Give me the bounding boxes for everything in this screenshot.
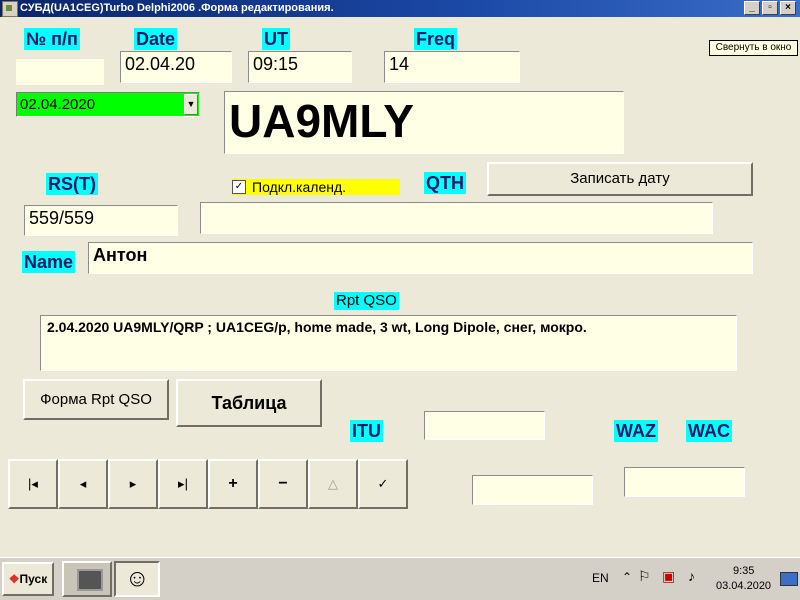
waz-field[interactable] bbox=[472, 475, 593, 505]
label-freq: Freq bbox=[414, 28, 458, 50]
label-rst: RS(T) bbox=[46, 173, 98, 195]
date-picker[interactable]: 02.04.2020 ▼ bbox=[16, 92, 200, 117]
show-desktop-icon[interactable] bbox=[780, 572, 798, 586]
callsign-field[interactable]: UA9MLY bbox=[224, 91, 624, 154]
app-icon bbox=[2, 1, 18, 17]
close-button[interactable]: × bbox=[780, 1, 796, 15]
name-field[interactable]: Антон bbox=[88, 242, 753, 274]
calendar-checkbox-label: Подкл.календ. bbox=[252, 179, 347, 195]
network-icon[interactable]: ▣ bbox=[662, 568, 675, 585]
first-record-icon[interactable]: |◂ bbox=[8, 459, 58, 509]
wac-field[interactable] bbox=[624, 467, 745, 497]
minimize-button[interactable]: _ bbox=[744, 1, 760, 15]
taskbar: ❖Пуск ☺ EN ⌃ ⚐ ▣ ♪ 9:35 03.04.2020 bbox=[0, 557, 800, 600]
label-qth: QTH bbox=[424, 172, 466, 194]
radio-app-icon bbox=[77, 569, 103, 591]
itu-field[interactable] bbox=[424, 411, 545, 440]
start-label: Пуск bbox=[19, 572, 48, 586]
num-field[interactable] bbox=[16, 59, 104, 85]
calendar-checkbox-row[interactable]: ✓ Подкл.календ. bbox=[232, 179, 400, 195]
checkbox-check-icon[interactable]: ✓ bbox=[232, 180, 246, 194]
date-field[interactable]: 02.04.20 bbox=[120, 51, 232, 83]
volume-icon[interactable]: ♪ bbox=[688, 568, 695, 584]
label-rpt-qso: Rpt QSO bbox=[334, 292, 399, 310]
label-ut: UT bbox=[262, 28, 290, 50]
chevron-down-icon[interactable]: ▼ bbox=[184, 94, 198, 115]
ut-field[interactable]: 09:15 bbox=[248, 51, 352, 83]
rpt-qso-memo[interactable]: 2.04.2020 UA9MLY/QRP ; UA1CEG/p, home ma… bbox=[40, 315, 737, 371]
clock-time[interactable]: 9:35 bbox=[733, 565, 754, 577]
language-indicator[interactable]: EN bbox=[592, 571, 609, 585]
tooltip-restore: Свернуть в окно bbox=[709, 40, 798, 56]
label-waz: WAZ bbox=[614, 420, 658, 442]
date-picker-value: 02.04.2020 bbox=[20, 96, 96, 113]
edit-record-icon[interactable]: △ bbox=[308, 459, 358, 509]
maximize-button[interactable]: ▫ bbox=[762, 1, 778, 15]
post-record-icon[interactable]: ✓ bbox=[358, 459, 408, 509]
qth-field[interactable] bbox=[200, 202, 713, 234]
save-date-button[interactable]: Записать дату bbox=[487, 162, 753, 196]
table-button[interactable]: Таблица bbox=[176, 379, 322, 427]
taskbar-app-radio[interactable] bbox=[62, 561, 112, 597]
title-bar[interactable]: СУБД(UA1CEG)Turbo Delphi2006 .Форма реда… bbox=[0, 0, 800, 17]
start-button[interactable]: ❖Пуск bbox=[2, 562, 54, 596]
insert-record-icon[interactable]: + bbox=[208, 459, 258, 509]
bear-app-icon: ☺ bbox=[125, 565, 150, 592]
chevron-up-icon[interactable]: ⌃ bbox=[622, 570, 632, 584]
label-wac: WAC bbox=[686, 420, 732, 442]
taskbar-app-active[interactable]: ☺ bbox=[114, 561, 160, 597]
label-date: Date bbox=[134, 28, 178, 50]
flag-icon[interactable]: ⚐ bbox=[638, 568, 651, 585]
label-name: Name bbox=[22, 251, 76, 273]
clock-date[interactable]: 03.04.2020 bbox=[716, 580, 771, 592]
label-num: № п/п bbox=[24, 28, 80, 50]
form-rpt-qso-button[interactable]: Форма Rpt QSO bbox=[23, 379, 169, 420]
prior-record-icon[interactable]: ◂ bbox=[58, 459, 108, 509]
freq-field[interactable]: 14 bbox=[384, 51, 520, 83]
delete-record-icon[interactable]: − bbox=[258, 459, 308, 509]
windows-logo-icon: ❖ bbox=[8, 572, 20, 586]
label-itu: ITU bbox=[350, 420, 383, 442]
next-record-icon[interactable]: ▸ bbox=[108, 459, 158, 509]
window-title: СУБД(UA1CEG)Turbo Delphi2006 .Форма реда… bbox=[20, 2, 334, 14]
db-navigator: |◂ ◂ ▸ ▸| + − △ ✓ bbox=[8, 459, 408, 509]
rst-field[interactable]: 559/559 bbox=[24, 205, 178, 236]
last-record-icon[interactable]: ▸| bbox=[158, 459, 208, 509]
